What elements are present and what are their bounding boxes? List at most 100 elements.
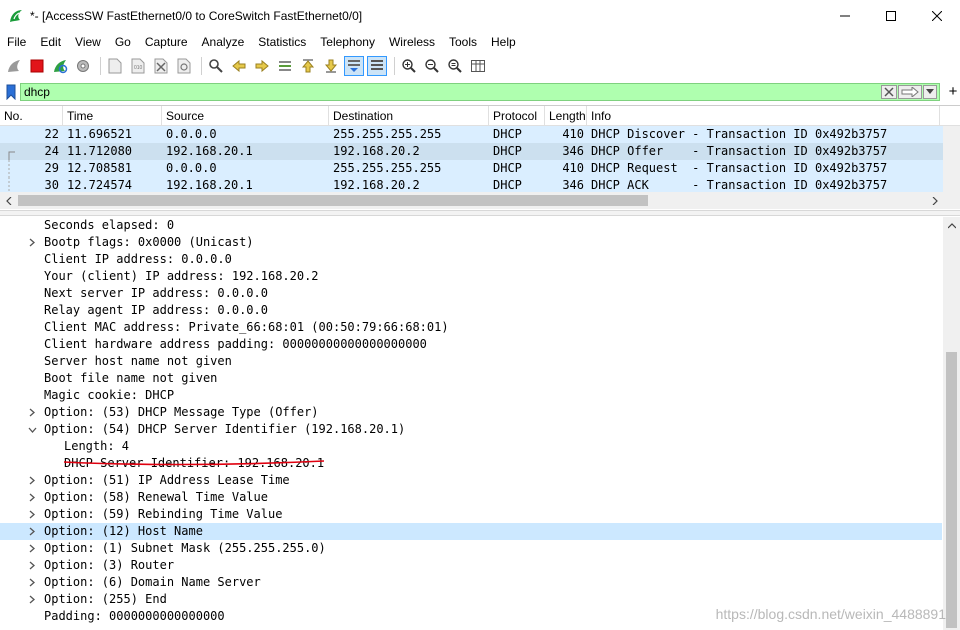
- tree-node[interactable]: Seconds elapsed: 0: [0, 217, 942, 234]
- menu-edit[interactable]: Edit: [33, 32, 68, 53]
- tree-node[interactable]: Option: (6) Domain Name Server: [0, 574, 942, 591]
- goto-packet-icon: [279, 61, 291, 71]
- arrow-right-icon: [901, 87, 919, 97]
- menu-statistics[interactable]: Statistics: [251, 32, 313, 53]
- add-filter-button[interactable]: +: [946, 83, 960, 101]
- save-file-button[interactable]: 010: [128, 56, 148, 76]
- go-to-packet-button[interactable]: [275, 56, 295, 76]
- menu-tools[interactable]: Tools: [442, 32, 484, 53]
- close-button[interactable]: [914, 0, 960, 32]
- colorize-button[interactable]: [367, 56, 387, 76]
- stop-capture-button[interactable]: [27, 56, 47, 76]
- tree-node[interactable]: Server host name not given: [0, 353, 942, 370]
- column-time[interactable]: Time: [63, 106, 162, 125]
- start-capture-button[interactable]: [4, 56, 24, 76]
- expand-arrow-right-icon[interactable]: [26, 523, 38, 540]
- tree-node[interactable]: Magic cookie: DHCP: [0, 387, 942, 404]
- tree-node[interactable]: Option: (58) Renewal Time Value: [0, 489, 942, 506]
- minimize-icon: [840, 15, 850, 17]
- tree-node[interactable]: Option: (12) Host Name: [0, 523, 942, 540]
- packet-row[interactable]: 22 11.696521 0.0.0.0 255.255.255.255 DHC…: [0, 126, 960, 143]
- tree-node[interactable]: Option: (53) DHCP Message Type (Offer): [0, 404, 942, 421]
- packet-list-vertical-scrollbar[interactable]: [943, 126, 960, 194]
- expand-arrow-right-icon[interactable]: [26, 506, 38, 523]
- go-forward-button[interactable]: [252, 56, 272, 76]
- menu-telephony[interactable]: Telephony: [313, 32, 382, 53]
- tree-node[interactable]: Client MAC address: Private_66:68:01 (00…: [0, 319, 942, 336]
- reload-file-button[interactable]: [174, 56, 194, 76]
- display-filter-input[interactable]: dhcp: [19, 83, 941, 101]
- expand-arrow-right-icon[interactable]: [26, 540, 38, 557]
- tree-node[interactable]: Option: (51) IP Address Lease Time: [0, 472, 942, 489]
- svg-text:010: 010: [134, 65, 143, 71]
- tree-node-text: Next server IP address: 0.0.0.0: [44, 286, 268, 300]
- scroll-up-button[interactable]: [943, 217, 960, 234]
- tree-node[interactable]: Client IP address: 0.0.0.0: [0, 251, 942, 268]
- zoom-out-button[interactable]: [422, 56, 442, 76]
- expand-arrow-right-icon[interactable]: [26, 489, 38, 506]
- packet-list-horizontal-scrollbar[interactable]: [0, 192, 943, 209]
- menu-file[interactable]: File: [0, 32, 33, 53]
- expand-arrow-right-icon[interactable]: [26, 557, 38, 574]
- expand-arrow-right-icon[interactable]: [26, 472, 38, 489]
- zoom-in-icon: [402, 59, 416, 73]
- go-last-packet-button[interactable]: [321, 56, 341, 76]
- column-source[interactable]: Source: [162, 106, 329, 125]
- auto-scroll-button[interactable]: [344, 56, 364, 76]
- pane-splitter[interactable]: [0, 210, 960, 216]
- tree-node[interactable]: Option: (3) Router: [0, 557, 942, 574]
- expand-arrow-right-icon[interactable]: [26, 234, 38, 251]
- tree-node[interactable]: Option: (1) Subnet Mask (255.255.255.0): [0, 540, 942, 557]
- scroll-right-button[interactable]: [926, 192, 943, 209]
- tree-node[interactable]: Option: (59) Rebinding Time Value: [0, 506, 942, 523]
- related-packet-bracket-icon: [8, 151, 15, 160]
- tree-node[interactable]: Client hardware address padding: 0000000…: [0, 336, 942, 353]
- recent-filters-dropdown[interactable]: [923, 85, 938, 99]
- menu-analyze[interactable]: Analyze: [195, 32, 252, 53]
- restart-capture-button[interactable]: [50, 56, 70, 76]
- tree-node[interactable]: Boot file name not given: [0, 370, 942, 387]
- packet-row[interactable]: 29 12.708581 0.0.0.0 255.255.255.255 DHC…: [0, 160, 960, 177]
- toolbar-separator: [201, 57, 202, 75]
- tree-node[interactable]: Next server IP address: 0.0.0.0: [0, 285, 942, 302]
- menu-view[interactable]: View: [68, 32, 108, 53]
- apply-filter-button[interactable]: [898, 85, 923, 99]
- menu-wireless[interactable]: Wireless: [382, 32, 442, 53]
- clear-filter-button[interactable]: [881, 85, 898, 99]
- menu-go[interactable]: Go: [108, 32, 138, 53]
- packet-row-selected[interactable]: 24 11.712080 192.168.20.1 192.168.20.2 D…: [0, 143, 960, 160]
- column-protocol[interactable]: Protocol: [489, 106, 545, 125]
- main-toolbar: 010: [0, 53, 960, 79]
- tree-node[interactable]: Option: (54) DHCP Server Identifier (192…: [0, 421, 942, 438]
- tree-node[interactable]: Relay agent IP address: 0.0.0.0: [0, 302, 942, 319]
- column-destination[interactable]: Destination: [329, 106, 489, 125]
- tree-node[interactable]: Bootp flags: 0x0000 (Unicast): [0, 234, 942, 251]
- scroll-left-button[interactable]: [0, 192, 17, 209]
- find-packet-button[interactable]: [206, 56, 226, 76]
- menu-capture[interactable]: Capture: [138, 32, 195, 53]
- resize-columns-button[interactable]: [468, 56, 488, 76]
- filter-bookmark-button[interactable]: [4, 83, 18, 101]
- tree-node[interactable]: Your (client) IP address: 192.168.20.2: [0, 268, 942, 285]
- capture-options-button[interactable]: [73, 56, 93, 76]
- tree-node[interactable]: Length: 4: [0, 438, 942, 455]
- column-no[interactable]: No.: [0, 106, 63, 125]
- details-scroll-thumb[interactable]: [946, 352, 957, 628]
- open-file-button[interactable]: [105, 56, 125, 76]
- zoom-in-button[interactable]: [399, 56, 419, 76]
- expand-arrow-right-icon[interactable]: [26, 404, 38, 421]
- minimize-button[interactable]: [822, 0, 868, 32]
- packet-list-scroll-thumb[interactable]: [18, 195, 648, 206]
- close-file-button[interactable]: [151, 56, 171, 76]
- column-info[interactable]: Info: [587, 106, 940, 125]
- expand-arrow-down-icon[interactable]: [26, 421, 38, 438]
- details-vertical-scrollbar[interactable]: [943, 217, 960, 630]
- column-length[interactable]: Length: [545, 106, 587, 125]
- expand-arrow-right-icon[interactable]: [26, 574, 38, 591]
- go-back-button[interactable]: [229, 56, 249, 76]
- normal-size-button[interactable]: [445, 56, 465, 76]
- go-first-packet-button[interactable]: [298, 56, 318, 76]
- maximize-button[interactable]: [868, 0, 914, 32]
- menu-help[interactable]: Help: [484, 32, 523, 53]
- expand-arrow-right-icon[interactable]: [26, 591, 38, 608]
